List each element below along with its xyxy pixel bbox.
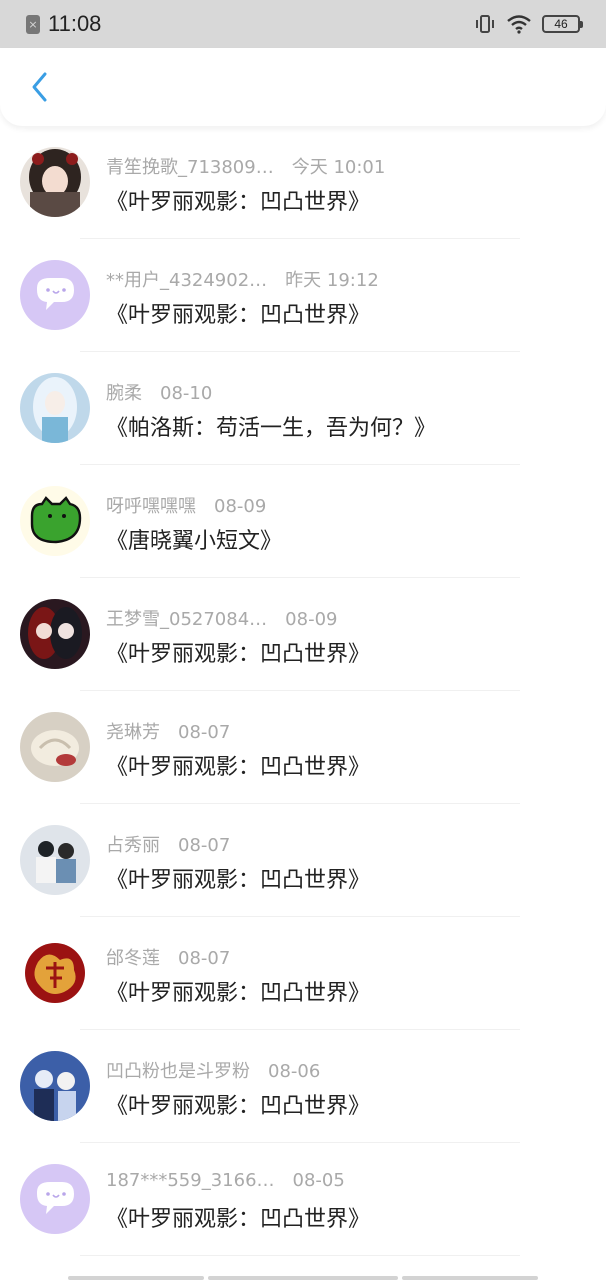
list-item[interactable]: 邰冬莲 08-07 《叶罗丽观影：凹凸世界》 [0, 917, 606, 1030]
wifi-icon [506, 14, 532, 34]
avatar[interactable] [20, 260, 90, 330]
item-time: 08-07 [178, 835, 231, 856]
item-meta: **用户_4324902… 昨天 19:12 [106, 266, 379, 292]
status-bar: × 11:08 46 [0, 0, 606, 48]
vibrate-icon [474, 14, 496, 34]
avatar[interactable] [20, 938, 90, 1008]
chevron-left-icon [32, 72, 47, 102]
item-username: **用户_4324902… [106, 270, 268, 291]
item-username: 尧琳芳 [106, 722, 160, 743]
item-username: 腕柔 [106, 383, 142, 404]
item-time: 08-06 [268, 1061, 321, 1082]
item-meta: 邰冬莲 08-07 [106, 944, 230, 970]
item-meta: 腕柔 08-10 [106, 379, 212, 405]
item-time: 08-07 [178, 948, 231, 969]
list-item[interactable]: 凹凸粉也是斗罗粉 08-06 《叶罗丽观影：凹凸世界》 [0, 1030, 606, 1143]
item-title[interactable]: 《叶罗丽观影：凹凸世界》 [106, 749, 370, 781]
bottom-indicator [0, 1270, 606, 1280]
avatar[interactable] [20, 599, 90, 669]
item-meta: 尧琳芳 08-07 [106, 718, 230, 744]
item-title[interactable]: 《帕洛斯：苟活一生，吾为何？》 [106, 410, 436, 442]
item-username: 青笙挽歌_713809… [106, 157, 274, 178]
list-item[interactable]: **用户_4324902… 昨天 19:12 《叶罗丽观影：凹凸世界》 [0, 239, 606, 352]
list-item[interactable]: 王梦雪_0527084… 08-09 《叶罗丽观影：凹凸世界》 [0, 578, 606, 691]
item-time: 08-07 [178, 722, 231, 743]
item-meta: 青笙挽歌_713809… 今天 10:01 [106, 153, 385, 179]
item-username: 187***559_3166… [106, 1170, 275, 1191]
item-username: 占秀丽 [106, 835, 160, 856]
list-item[interactable]: 占秀丽 08-07 《叶罗丽观影：凹凸世界》 [0, 804, 606, 917]
avatar[interactable] [20, 1051, 90, 1121]
status-time: 11:08 [48, 11, 102, 36]
list-item[interactable]: 187***559_3166… 08-05 《叶罗丽观影：凹凸世界》 [0, 1143, 606, 1256]
message-list: 青笙挽歌_713809… 今天 10:01 《叶罗丽观影：凹凸世界》 **用户_432… [0, 126, 606, 1256]
item-meta: 187***559_3166… 08-05 [106, 1170, 345, 1191]
item-username: 邰冬莲 [106, 948, 160, 969]
list-item[interactable]: 青笙挽歌_713809… 今天 10:01 《叶罗丽观影：凹凸世界》 [0, 126, 606, 239]
avatar[interactable] [20, 712, 90, 782]
item-title[interactable]: 《叶罗丽观影：凹凸世界》 [106, 1201, 370, 1233]
avatar[interactable] [20, 825, 90, 895]
list-item[interactable]: 呀呼嘿嘿嘿 08-09 《唐晓翼小短文》 [0, 465, 606, 578]
item-username: 凹凸粉也是斗罗粉 [106, 1061, 250, 1082]
status-left: × 11:08 [26, 11, 101, 37]
item-title[interactable]: 《叶罗丽观影：凹凸世界》 [106, 862, 370, 894]
item-time: 昨天 19:12 [285, 270, 379, 291]
item-time: 08-09 [214, 496, 267, 517]
item-time: 08-09 [285, 609, 338, 630]
divider [80, 1255, 520, 1256]
item-title[interactable]: 《叶罗丽观影：凹凸世界》 [106, 1088, 370, 1120]
status-right: 46 [474, 14, 583, 34]
item-title[interactable]: 《叶罗丽观影：凹凸世界》 [106, 975, 370, 1007]
list-item[interactable]: 腕柔 08-10 《帕洛斯：苟活一生，吾为何？》 [0, 352, 606, 465]
item-time: 08-05 [292, 1170, 345, 1191]
item-meta: 凹凸粉也是斗罗粉 08-06 [106, 1057, 320, 1083]
item-username: 王梦雪_0527084… [106, 609, 268, 630]
avatar[interactable] [20, 147, 90, 217]
back-button[interactable] [20, 67, 60, 107]
list-item[interactable]: 尧琳芳 08-07 《叶罗丽观影：凹凸世界》 [0, 691, 606, 804]
item-meta: 王梦雪_0527084… 08-09 [106, 605, 337, 631]
item-title[interactable]: 《叶罗丽观影：凹凸世界》 [106, 184, 370, 216]
top-nav [0, 48, 606, 126]
battery-indicator: 46 [542, 15, 583, 33]
avatar[interactable] [20, 486, 90, 556]
item-username: 呀呼嘿嘿嘿 [106, 496, 196, 517]
item-time: 今天 10:01 [291, 157, 386, 178]
item-title[interactable]: 《叶罗丽观影：凹凸世界》 [106, 636, 370, 668]
item-title[interactable]: 《叶罗丽观影：凹凸世界》 [106, 297, 370, 329]
avatar[interactable] [20, 1164, 90, 1234]
item-meta: 呀呼嘿嘿嘿 08-09 [106, 492, 266, 518]
item-title[interactable]: 《唐晓翼小短文》 [106, 523, 282, 555]
no-sim-icon: × [26, 14, 40, 34]
avatar[interactable] [20, 373, 90, 443]
item-meta: 占秀丽 08-07 [106, 831, 230, 857]
item-time: 08-10 [160, 383, 213, 404]
